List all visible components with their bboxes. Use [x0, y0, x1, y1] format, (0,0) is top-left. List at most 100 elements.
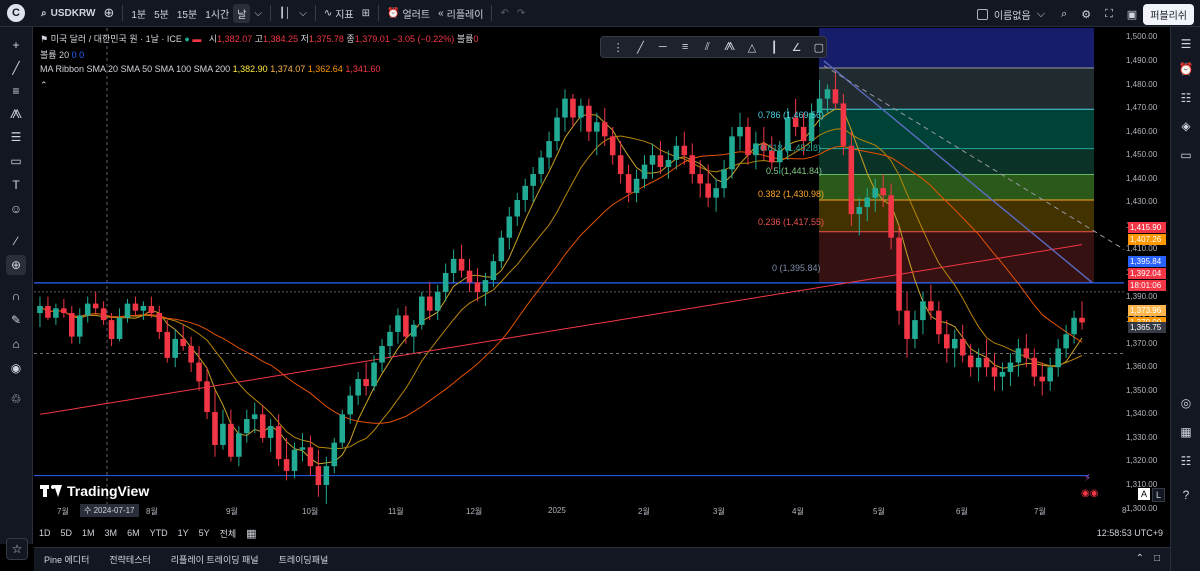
time-tick: 5월: [873, 507, 885, 516]
time-tick: 7월: [57, 507, 69, 516]
candle-body: [228, 423, 234, 457]
lock-drawing-icon[interactable]: ✎: [6, 310, 26, 330]
shape-tool-icon[interactable]: △: [745, 41, 759, 54]
indicators-button[interactable]: ∿ 지표: [320, 4, 358, 23]
drag-handle-icon[interactable]: ⋮: [611, 41, 625, 54]
goto-date-icon[interactable]: ▦: [241, 527, 261, 540]
candle-body: [538, 157, 544, 175]
range-1d[interactable]: 1D: [34, 528, 56, 538]
layout-dropdown-icon[interactable]: ⌵: [1037, 8, 1045, 21]
flag-events-icon[interactable]: ◉◉: [1081, 488, 1098, 499]
rectangle-tool-icon[interactable]: ▢: [812, 41, 826, 54]
chat-icon[interactable]: ▭: [1176, 145, 1196, 165]
chart-type-dropdown[interactable]: ⌵: [295, 6, 311, 21]
range-ytd[interactable]: YTD: [145, 528, 173, 538]
zoom-icon[interactable]: ⊕: [6, 255, 26, 275]
interval-dropdown[interactable]: ⌵: [250, 6, 266, 21]
emoji-icon[interactable]: ☺: [6, 199, 26, 219]
quick-search-icon[interactable]: ⌕: [1061, 8, 1067, 21]
candle-tool-icon[interactable]: ┃: [767, 41, 781, 54]
maximize-panel-icon[interactable]: □: [1154, 553, 1160, 564]
replay-button[interactable]: « 리플레이: [434, 4, 487, 23]
apps-grid-icon[interactable]: ☷: [1176, 451, 1196, 471]
crosshair-date: 수 2024-07-17: [80, 504, 139, 517]
pattern-tool-icon[interactable]: ⨇: [722, 41, 736, 54]
interval-5m[interactable]: 5분: [150, 4, 173, 23]
candle-body: [920, 301, 926, 321]
fib-tool-icon[interactable]: ☰: [6, 127, 26, 147]
tab-trading-panel[interactable]: 트레이딩패널: [269, 553, 339, 566]
calendar-icon[interactable]: ▦: [1176, 422, 1196, 442]
help-icon[interactable]: ?: [1176, 485, 1196, 505]
candle-body: [434, 291, 441, 311]
candle-body: [737, 126, 743, 137]
trendline-icon[interactable]: ╱: [6, 58, 26, 78]
watchlist-icon[interactable]: ☰: [1176, 34, 1196, 54]
channel-tool-icon[interactable]: ⫽: [700, 41, 714, 54]
range-6m[interactable]: 6M: [122, 528, 145, 538]
candle-body: [713, 188, 719, 198]
range-3m[interactable]: 3M: [100, 528, 123, 538]
candle-body: [236, 433, 242, 457]
text-icon[interactable]: T: [6, 175, 26, 195]
layout-name[interactable]: 이름없음: [994, 7, 1031, 22]
interval-1h[interactable]: 1시간: [201, 4, 233, 23]
range-all[interactable]: 전체: [215, 527, 242, 540]
candle-body: [188, 346, 194, 363]
interval-1m[interactable]: 1분: [127, 4, 150, 23]
candle-body: [530, 174, 536, 186]
compare-symbol-button[interactable]: ⊕: [99, 3, 118, 23]
log-scale-button[interactable]: L: [1152, 488, 1166, 502]
candle-body: [156, 313, 163, 332]
settings-gear-icon[interactable]: ⚙: [1081, 8, 1091, 21]
auto-scale-button[interactable]: A: [1138, 488, 1151, 500]
range-5y[interactable]: 5Y: [194, 528, 215, 538]
rectangle-icon[interactable]: ▭: [6, 151, 26, 171]
layers-icon[interactable]: ◈: [1176, 116, 1196, 136]
redo-button[interactable]: ↷: [513, 6, 529, 21]
trash-icon[interactable]: ♲: [6, 389, 26, 409]
chart-area[interactable]: ⚑ 미국 달러 / 대한민국 원 · 1날 · ICE ● ▬ 시1,382.0…: [34, 28, 1170, 518]
price-chart[interactable]: [34, 28, 1170, 518]
tab-pine-editor[interactable]: Pine 에디터: [34, 553, 99, 566]
ruler-icon[interactable]: ∕: [6, 231, 26, 251]
interval-15m[interactable]: 15분: [173, 4, 201, 23]
alarm-clock-icon[interactable]: ⏰: [1176, 59, 1196, 79]
range-5d[interactable]: 5D: [56, 528, 78, 538]
camera-icon[interactable]: ▣: [1127, 8, 1137, 21]
collapse-panel-icon[interactable]: ⌃: [1136, 553, 1144, 564]
favorites-star-icon[interactable]: ☆: [6, 538, 28, 560]
range-1m[interactable]: 1M: [77, 528, 100, 538]
lock-icon[interactable]: ⌂: [6, 334, 26, 354]
legend-title: 미국 달러 / 대한민국 원 · 1날 · ICE: [50, 34, 182, 44]
target-icon[interactable]: ◎: [1176, 393, 1196, 413]
collapse-legend-button[interactable]: ⌃: [40, 80, 48, 91]
account-avatar[interactable]: C: [7, 4, 25, 22]
hline-tool-icon[interactable]: ─: [656, 41, 670, 53]
candle-body: [617, 155, 624, 175]
news-icon[interactable]: ☷: [1176, 88, 1196, 108]
clock[interactable]: 12:58:53 UTC+9: [1097, 528, 1163, 538]
magnet-icon[interactable]: ∩: [6, 286, 26, 306]
pitchfork-icon[interactable]: ⨇: [6, 104, 26, 124]
eye-icon[interactable]: ◉: [6, 358, 26, 378]
lightning-icon[interactable]: ⚡: [1084, 473, 1091, 484]
horizontal-lines-icon[interactable]: ≡: [6, 81, 26, 101]
line-tool-icon[interactable]: ╱: [633, 41, 647, 54]
layout-checkbox-icon[interactable]: [976, 9, 988, 20]
undo-button[interactable]: ↶: [496, 6, 512, 21]
templates-button[interactable]: ⊞: [358, 6, 374, 21]
volume-value: 0: [473, 34, 479, 44]
tab-replay-trading[interactable]: 리플레이 트레이딩 패널: [161, 553, 269, 566]
chart-type-button[interactable]: ┃│: [275, 6, 295, 21]
angle-tool-icon[interactable]: ∠: [789, 41, 803, 54]
publish-button[interactable]: 퍼블리쉬: [1143, 4, 1194, 25]
fib-tool-icon[interactable]: ≡: [678, 41, 692, 53]
interval-1d[interactable]: 날: [233, 3, 251, 23]
alert-button[interactable]: ⏰ 얼러트: [383, 4, 434, 23]
tab-strategy-tester[interactable]: 전략테스터: [99, 553, 160, 566]
crosshair-icon[interactable]: +: [6, 35, 26, 55]
fullscreen-icon[interactable]: ⛶: [1105, 8, 1113, 21]
range-1y[interactable]: 1Y: [173, 528, 194, 538]
symbol-search[interactable]: ⌕ USDKRW: [37, 6, 99, 21]
